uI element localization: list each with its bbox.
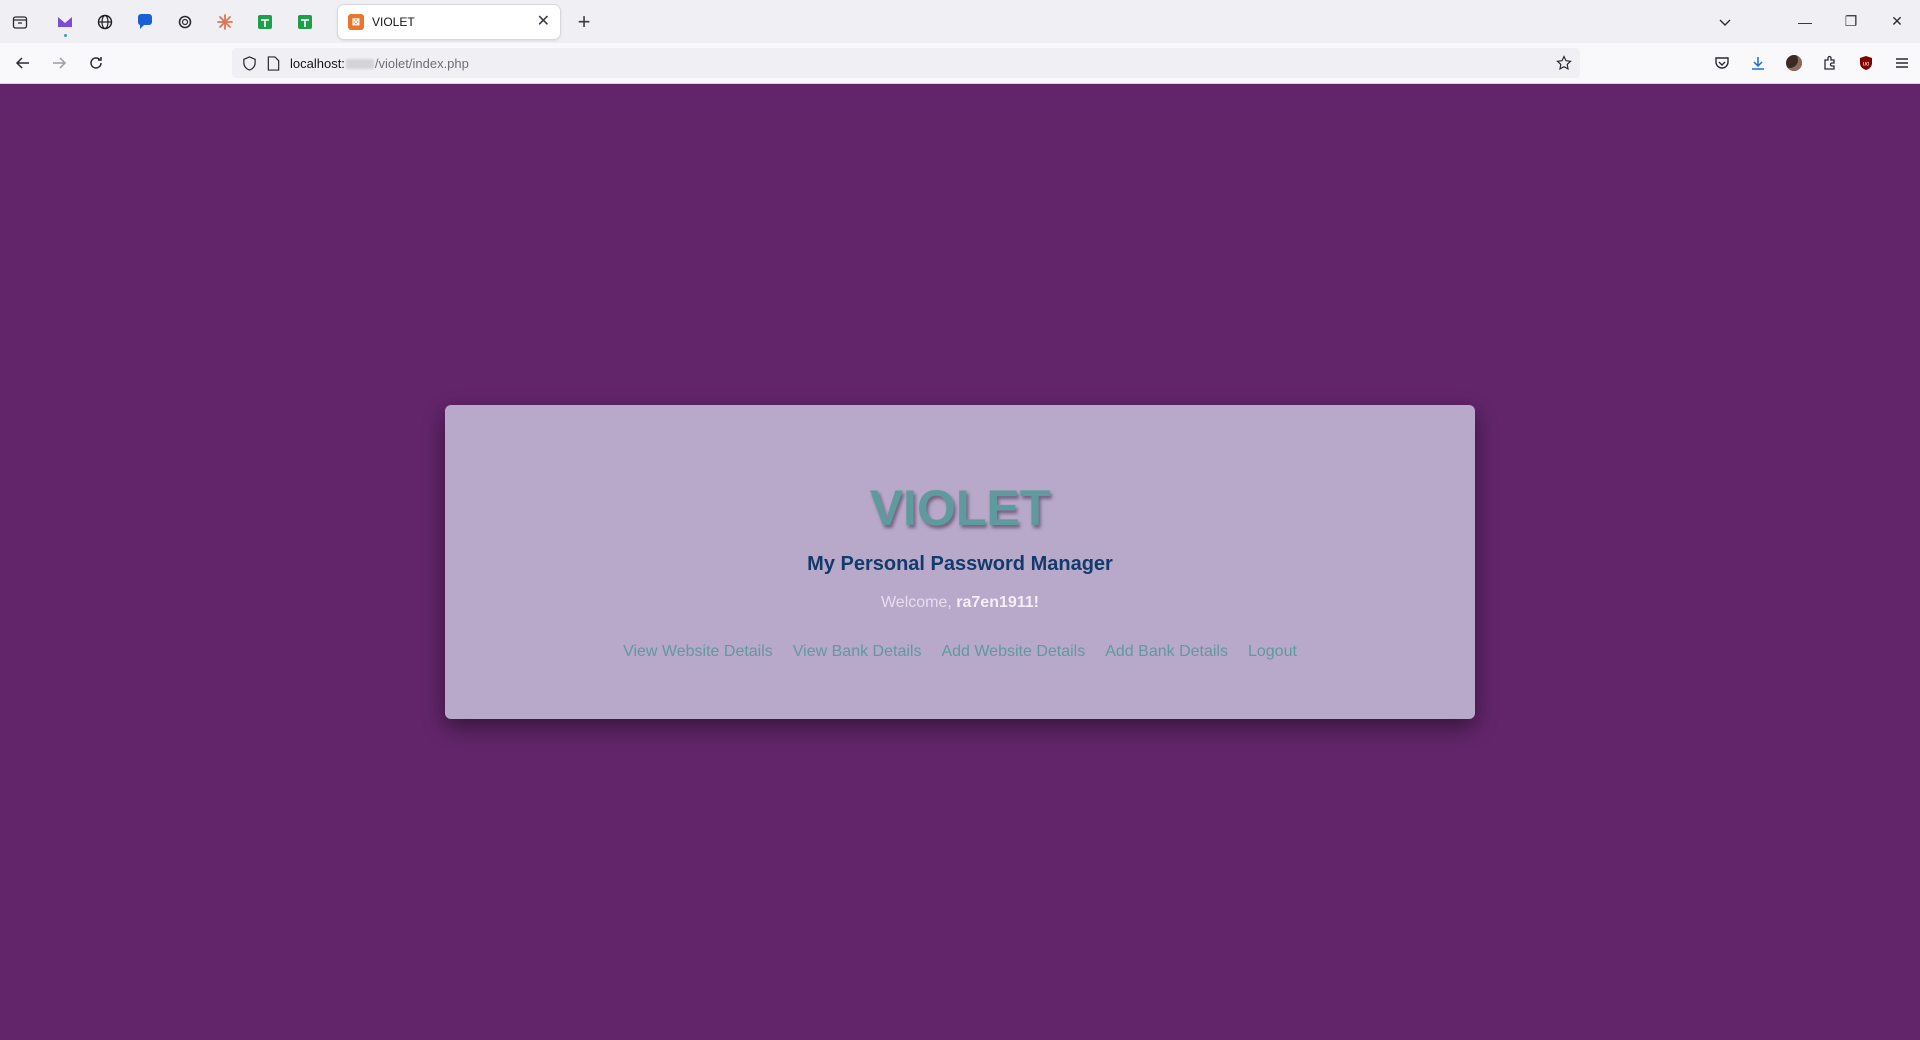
username: ra7en1911! — [956, 594, 1039, 611]
logout-link[interactable]: Logout — [1248, 643, 1297, 661]
active-tab[interactable]: ⊠ VIOLET ✕ — [338, 5, 560, 39]
pinned-tab-chat-bubble-icon[interactable] — [125, 0, 165, 43]
svg-text:uo: uo — [1863, 62, 1870, 68]
xampp-icon: ⊠ — [348, 14, 364, 30]
menu-icon[interactable] — [1884, 49, 1920, 77]
close-window-icon[interactable]: ✕ — [1874, 0, 1920, 43]
url-text: localhost: /violet/index.php — [290, 56, 469, 71]
tab-groups-icon[interactable] — [0, 0, 40, 43]
account-avatar-icon[interactable] — [1776, 49, 1812, 77]
forward-button[interactable] — [43, 49, 75, 77]
pinned-tab-openai-icon[interactable] — [165, 0, 205, 43]
download-icon[interactable] — [1740, 49, 1776, 77]
add-bank-details-link[interactable]: Add Bank Details — [1105, 643, 1228, 661]
redacted-port — [345, 59, 374, 70]
welcome-prefix: Welcome, — [880, 594, 957, 611]
url-path: /violet/index.php — [374, 55, 469, 71]
minimize-icon[interactable]: — — [1782, 0, 1828, 43]
pinned-tab-purple-m-icon[interactable] — [45, 0, 85, 43]
pinned-tab-globe-icon[interactable] — [85, 0, 125, 43]
extensions-icon[interactable] — [1812, 49, 1848, 77]
pocket-icon[interactable] — [1704, 49, 1740, 77]
tab-title: VIOLET — [372, 15, 415, 29]
ublock-origin-icon[interactable]: uo — [1848, 49, 1884, 77]
star-icon[interactable] — [1556, 55, 1572, 71]
view-website-details-link[interactable]: View Website Details — [623, 643, 773, 661]
pinned-tab-sheets-icon[interactable] — [285, 0, 325, 43]
pinned-tab-claude-icon[interactable] — [205, 0, 245, 43]
navigation-bar: localhost: /violet/index.php uo — [0, 43, 1920, 84]
chevron-down-icon[interactable] — [1705, 0, 1745, 43]
close-tab-icon[interactable]: ✕ — [537, 14, 550, 30]
page-icon[interactable] — [267, 55, 280, 71]
url-bar[interactable]: localhost: /violet/index.php — [232, 48, 1580, 78]
reload-button[interactable] — [80, 49, 112, 77]
page-subtitle: My Personal Password Manager — [807, 553, 1113, 575]
pinned-tab-sheets-icon[interactable] — [245, 0, 285, 43]
back-button[interactable] — [7, 49, 39, 77]
tab-bar: ⊠ VIOLET ✕ + — ❐ ✕ — [0, 0, 1920, 43]
shield-icon[interactable] — [242, 55, 257, 71]
dashboard-card: VIOLET My Personal Password Manager Welc… — [445, 405, 1475, 719]
new-tab-button[interactable]: + — [570, 8, 598, 36]
nav-links: View Website Details View Bank Details A… — [445, 643, 1475, 661]
restore-icon[interactable]: ❐ — [1828, 0, 1874, 43]
url-host: localhost: — [290, 55, 345, 71]
add-website-details-link[interactable]: Add Website Details — [941, 643, 1085, 661]
toolbar-icons: uo — [1704, 49, 1920, 77]
window-controls: — ❐ ✕ — [1782, 0, 1920, 43]
logo-title: VIOLET — [869, 480, 1051, 536]
welcome-message: Welcome, ra7en1911! — [445, 594, 1475, 612]
view-bank-details-link[interactable]: View Bank Details — [793, 643, 922, 661]
